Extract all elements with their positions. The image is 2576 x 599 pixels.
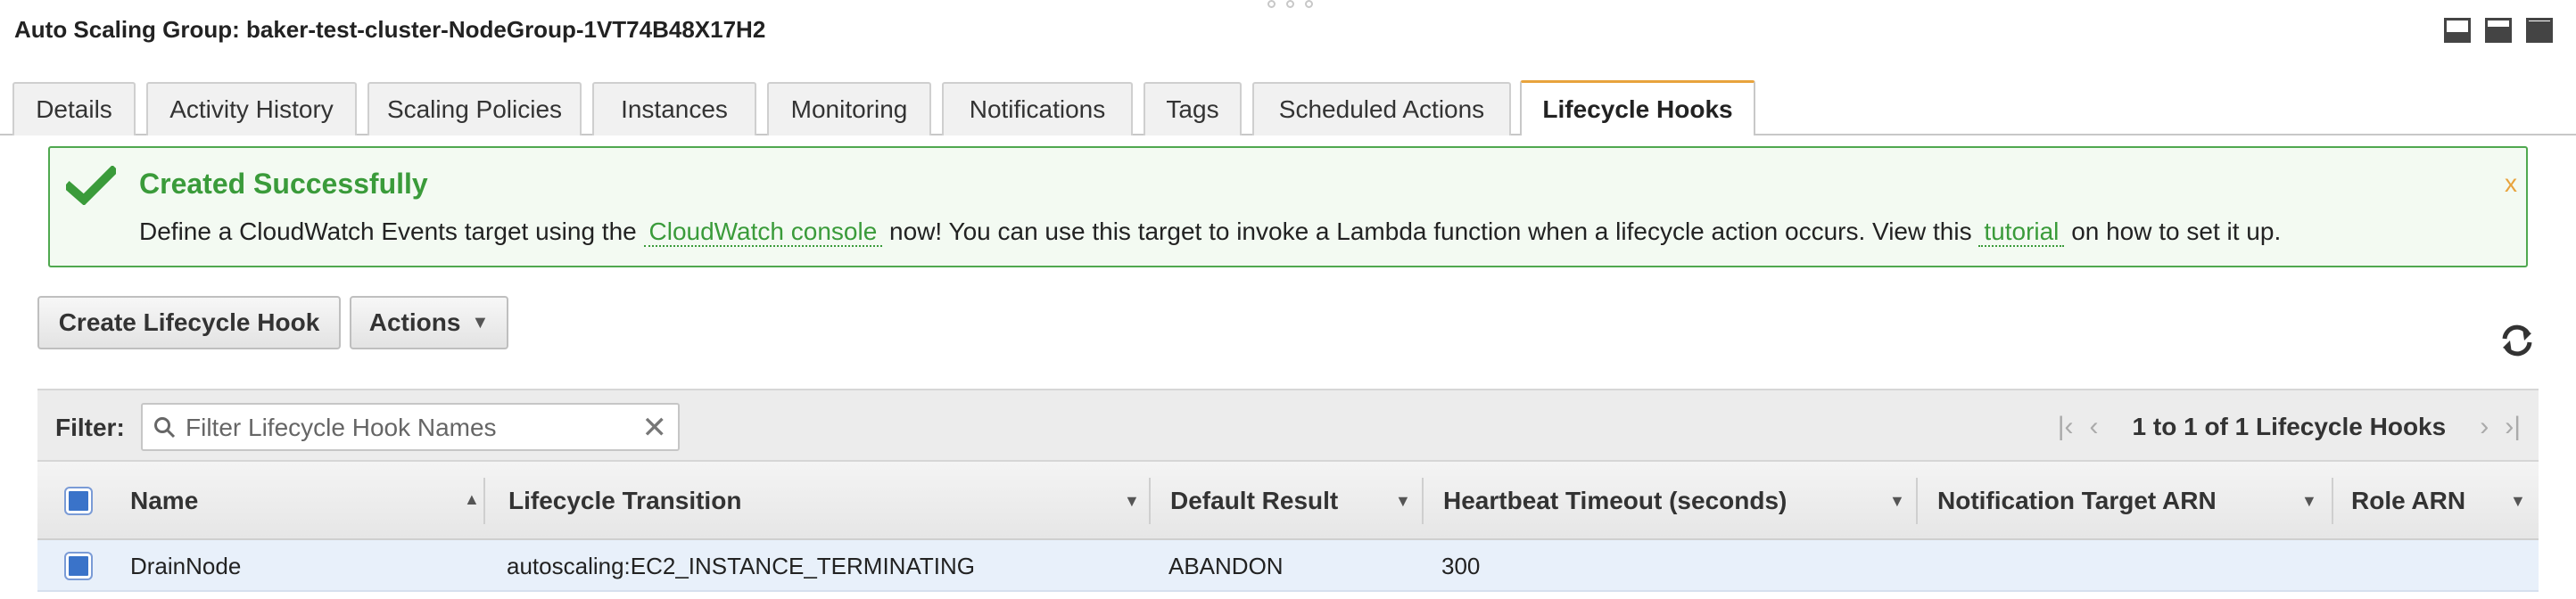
window-controls	[2444, 18, 2553, 43]
chevron-down-icon[interactable]: ▼	[1889, 462, 1907, 540]
alert-text-middle: now! You can use this target to invoke a…	[889, 217, 1972, 245]
column-header-heartbeat-timeout[interactable]: Heartbeat Timeout (seconds)	[1443, 462, 1871, 540]
column-header-default-result[interactable]: Default Result	[1170, 462, 1349, 540]
tab-instances[interactable]: Instances	[592, 82, 756, 135]
filter-input[interactable]	[186, 412, 632, 444]
refresh-icon[interactable]	[2498, 321, 2537, 360]
cell-role-arn	[2349, 540, 2528, 592]
cloudwatch-console-link[interactable]: CloudWatch console	[643, 217, 883, 247]
filter-label: Filter:	[55, 414, 125, 441]
column-divider	[1916, 462, 1918, 540]
column-divider	[1149, 462, 1151, 540]
search-icon	[154, 417, 176, 439]
checkbox-icon	[64, 487, 93, 515]
sort-asc-icon[interactable]: ▲	[464, 462, 482, 540]
maximize-panel-icon[interactable]	[2526, 18, 2553, 43]
chevron-down-icon[interactable]: ▼	[2301, 462, 2319, 540]
page-title: Auto Scaling Group: baker-test-cluster-N…	[14, 16, 766, 43]
actions-label: Actions	[368, 308, 461, 336]
previous-page-icon[interactable]: ‹	[2090, 412, 2099, 442]
success-alert: Created Successfully Define a CloudWatch…	[48, 146, 2528, 267]
filter-bar: Filter: ✕ |‹ ‹ 1 to 1 of 1 Lifecycle Hoo…	[37, 389, 2539, 462]
tab-details[interactable]: Details	[12, 82, 136, 135]
cell-default-result: ABANDON	[1168, 552, 1284, 579]
column-divider	[2332, 462, 2333, 540]
clear-filter-icon[interactable]: ✕	[642, 410, 668, 446]
select-all-checkbox[interactable]	[64, 462, 102, 540]
column-divider	[483, 462, 485, 540]
cell-notification-target-arn	[1936, 540, 2310, 592]
column-header-role-arn[interactable]: Role ARN	[2351, 462, 2494, 540]
minimize-panel-icon[interactable]	[2444, 18, 2471, 43]
tab-bar: Details Activity History Scaling Policie…	[0, 80, 2576, 135]
tab-scheduled-actions[interactable]: Scheduled Actions	[1252, 82, 1511, 135]
chevron-down-icon[interactable]: ▼	[1124, 462, 1142, 540]
column-header-lifecycle-transition[interactable]: Lifecycle Transition	[508, 462, 847, 540]
table-row[interactable]: DrainNode autoscaling:EC2_INSTANCE_TERMI…	[37, 540, 2539, 592]
last-page-icon[interactable]: ›|	[2505, 412, 2521, 442]
checkmark-icon	[66, 166, 116, 205]
tutorial-link[interactable]: tutorial	[1978, 217, 2065, 247]
alert-heading: Created Successfully	[139, 168, 428, 200]
column-header-notification-target-arn[interactable]: Notification Target ARN	[1937, 462, 2258, 540]
checkbox-icon	[64, 552, 93, 580]
tab-notifications[interactable]: Notifications	[942, 82, 1133, 135]
pagination-info: 1 to 1 of 1 Lifecycle Hooks	[2132, 413, 2447, 440]
create-lifecycle-hook-button[interactable]: Create Lifecycle Hook	[37, 296, 341, 349]
split-panel-icon[interactable]	[2485, 18, 2512, 43]
alert-message: Define a CloudWatch Events target using …	[139, 217, 2282, 247]
alert-text-before: Define a CloudWatch Events target using …	[139, 217, 637, 245]
tab-tags[interactable]: Tags	[1144, 82, 1242, 135]
chevron-down-icon[interactable]: ▼	[2510, 462, 2528, 540]
first-page-icon[interactable]: |‹	[2058, 412, 2074, 442]
tab-scaling-policies[interactable]: Scaling Policies	[367, 82, 582, 135]
row-checkbox[interactable]	[64, 540, 102, 592]
column-divider	[1422, 462, 1424, 540]
column-header-name[interactable]: Name	[130, 462, 237, 540]
tab-lifecycle-hooks[interactable]: Lifecycle Hooks	[1520, 80, 1755, 135]
pagination: |‹ ‹ 1 to 1 of 1 Lifecycle Hooks › ›|	[2058, 412, 2521, 442]
tab-monitoring[interactable]: Monitoring	[767, 82, 931, 135]
next-page-icon[interactable]: ›	[2480, 412, 2489, 442]
actions-dropdown-button[interactable]: Actions ▼	[350, 296, 508, 349]
tab-activity-history[interactable]: Activity History	[146, 82, 357, 135]
cell-name: DrainNode	[130, 552, 242, 579]
alert-text-after: on how to set it up.	[2071, 217, 2282, 245]
close-alert-button[interactable]: x	[2505, 169, 2517, 198]
cell-heartbeat-timeout: 300	[1441, 552, 1481, 579]
filter-box: ✕	[141, 403, 680, 451]
table-header: Name ▲ Lifecycle Transition ▼ Default Re…	[37, 462, 2539, 540]
cell-lifecycle-transition: autoscaling:EC2_INSTANCE_TERMINATING	[507, 552, 975, 579]
resize-grip[interactable]	[1265, 0, 1315, 9]
chevron-down-icon: ▼	[471, 312, 490, 332]
chevron-down-icon[interactable]: ▼	[1395, 462, 1413, 540]
